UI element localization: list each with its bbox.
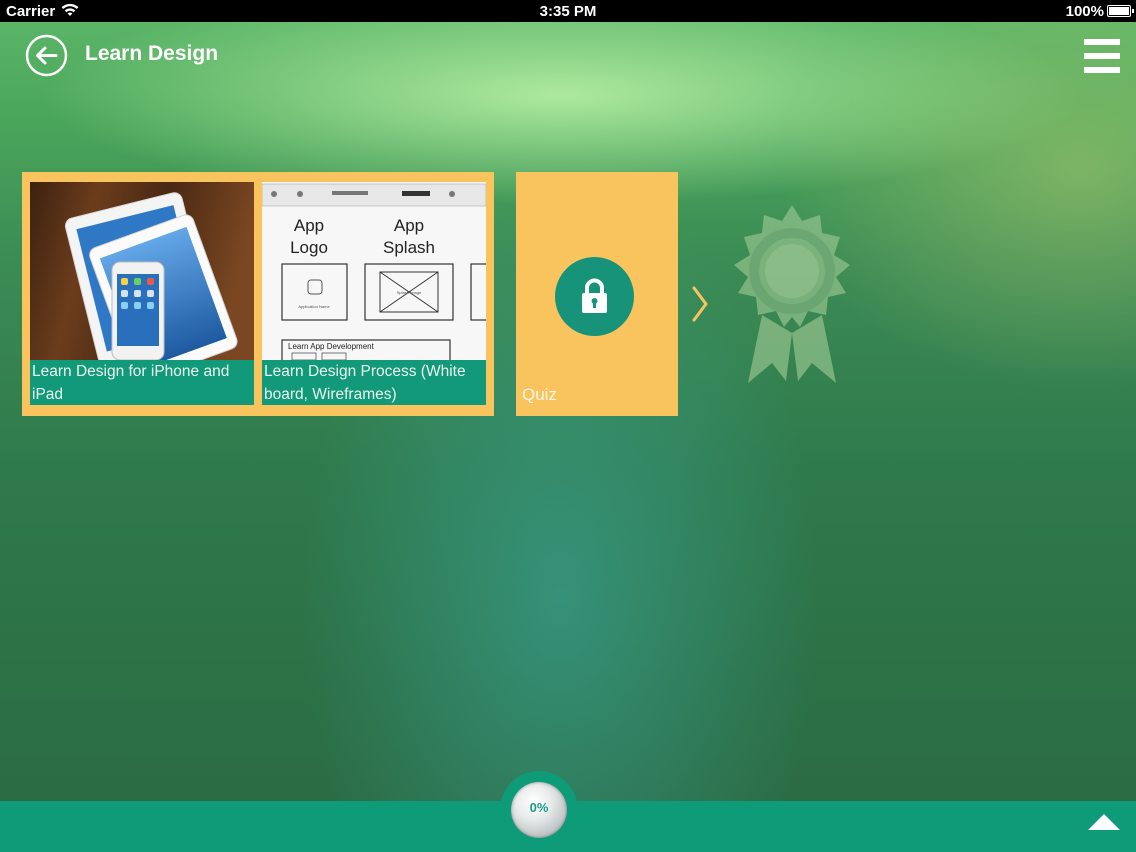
status-time: 3:35 PM (539, 3, 597, 20)
page-title: Learn Design (85, 42, 219, 65)
back-arrow-icon[interactable] (25, 34, 68, 77)
lesson-card-iphone-ipad[interactable]: Learn Design for iPhone and iPad (30, 182, 254, 405)
progress-percentage: 0% (529, 800, 549, 815)
lock-icon (555, 257, 634, 336)
wireframe-bottom-label: Learn App Development (288, 342, 375, 351)
progress-knob: 0% (511, 782, 567, 838)
wireframe-thumbnail: App Logo App Splash Application Name Splas… (262, 182, 486, 360)
quiz-label: Quiz (522, 385, 557, 404)
quiz-card[interactable]: Quiz (516, 172, 678, 416)
battery-percentage: 100% (1065, 3, 1104, 20)
devices-thumbnail (30, 182, 254, 360)
lesson-card-design-process[interactable]: App Logo App Splash Application Name Splas… (262, 182, 486, 405)
lesson-title: Learn Design Process (White board, Wiref… (262, 360, 486, 405)
wireframe-logo-box-label: Application Name (298, 304, 330, 309)
wireframe-splash-box-label: Splash Image (397, 290, 422, 295)
status-bar: Carrier 3:35 PM 100% (0, 0, 1136, 22)
hamburger-menu-icon[interactable] (1084, 39, 1120, 75)
caret-up-icon[interactable] (1086, 812, 1122, 832)
chevron-right-icon (692, 286, 708, 322)
award-ribbon-icon (734, 205, 850, 383)
battery-icon (1107, 5, 1134, 17)
lesson-group: Learn Design for iPhone and iPad App Logo… (22, 172, 494, 416)
progress-indicator[interactable]: 0% (500, 771, 578, 849)
lesson-title: Learn Design for iPhone and iPad (30, 360, 254, 405)
